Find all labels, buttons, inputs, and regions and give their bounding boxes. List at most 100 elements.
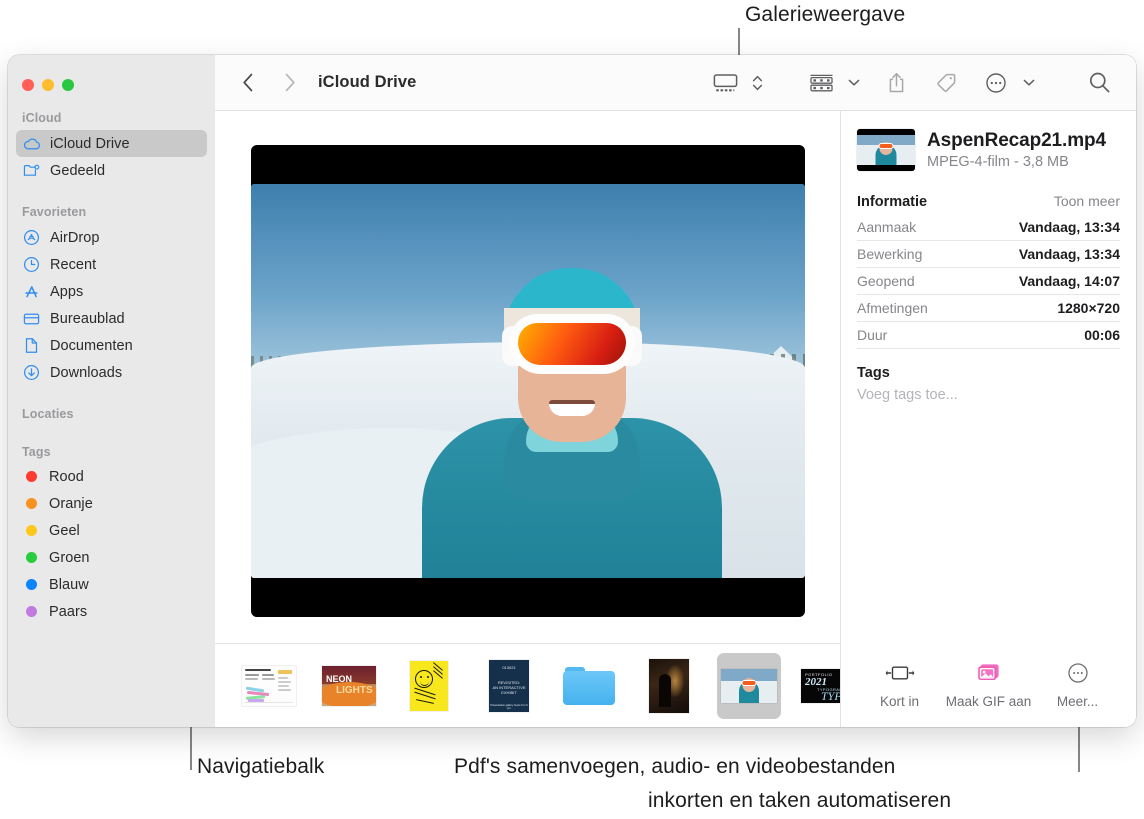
tag-dot-red <box>26 471 37 482</box>
callout-actions-label-line1: Pdf's samenvoegen, audio- en videobestan… <box>454 755 896 778</box>
sidebar-item-label: Bureaublad <box>50 310 125 327</box>
sidebar-item-label: Paars <box>49 603 88 620</box>
file-name: AspenRecap21.mp4 <box>927 130 1106 151</box>
thumb-thank-you-poster[interactable] <box>397 653 461 719</box>
trim-action-button[interactable]: Kort in <box>855 660 944 709</box>
search-button[interactable] <box>1082 66 1116 100</box>
view-stepper[interactable] <box>748 66 766 100</box>
sidebar-item-label: iCloud Drive <box>50 135 130 152</box>
thumbnail-strip[interactable]: NEON LIGHTS 013021 REVISITED: AN INTERAC… <box>215 643 840 727</box>
back-button[interactable] <box>233 68 263 98</box>
share-button[interactable] <box>879 66 913 100</box>
file-thumbnail <box>857 129 915 171</box>
gallery-view-button[interactable] <box>708 66 742 100</box>
thumb-type-portfolio[interactable]: PORTFOLIO 2021 TYPOGRAPHY TYPE <box>797 653 840 719</box>
sidebar-item-tag-groen[interactable]: Groen <box>16 544 207 571</box>
sidebar-section-locaties: Locaties <box>22 407 74 421</box>
info-row: Afmetingen 1280×720 <box>857 295 1120 322</box>
more-actions-button[interactable] <box>979 66 1013 100</box>
tag-dot-yellow <box>26 525 37 536</box>
sidebar-item-recent[interactable]: Recent <box>16 251 207 278</box>
info-section-header: Informatie Toon meer <box>857 193 1120 210</box>
file-header: AspenRecap21.mp4 MPEG-4-film - 3,8 MB <box>841 111 1136 171</box>
screenshot-root: Galerieweergave Navigatiebalk Pdf's same… <box>0 0 1144 819</box>
info-body: Informatie Toon meer Aanmaak Vandaag, 13… <box>841 171 1136 403</box>
info-pane: AspenRecap21.mp4 MPEG-4-film - 3,8 MB In… <box>840 111 1136 727</box>
breadcrumb[interactable]: iCloud Drive <box>318 73 416 92</box>
thumb-aspen-video[interactable] <box>717 652 781 719</box>
action-label: Meer... <box>1056 694 1099 709</box>
tag-dot-orange <box>26 498 37 509</box>
make-gif-icon <box>975 660 1003 686</box>
finder-window: iCloud iCloud Drive Gedeeld Favorieten A… <box>8 55 1136 727</box>
tag-button[interactable] <box>929 66 963 100</box>
info-row: Bewerking Vandaag, 13:34 <box>857 241 1120 268</box>
thumb-text: EXHIBIT <box>501 689 517 695</box>
group-by-chevron[interactable] <box>845 66 863 100</box>
thumb-dark-photo[interactable] <box>637 653 701 719</box>
make-gif-action-button[interactable]: Maak GIF aan <box>944 660 1033 709</box>
thumb-text: LIGHTS <box>336 684 373 696</box>
info-value: 00:06 <box>1084 327 1120 343</box>
thumb-neon-lights[interactable]: NEON LIGHTS <box>317 653 381 719</box>
callout-gallery-view-label: Galerieweergave <box>745 3 906 26</box>
thumb-text: Presentation gallery hours 9 to 5 pm <box>490 703 528 710</box>
thumbnail-image <box>563 665 615 707</box>
thumb-folder[interactable] <box>557 653 621 719</box>
thumbnail-image: 013021 REVISITED: AN INTERACTIVE EXHIBIT… <box>489 659 529 712</box>
sidebar-item-tag-oranje[interactable]: Oranje <box>16 490 207 517</box>
sidebar-item-label: Downloads <box>50 364 123 381</box>
preview-video[interactable] <box>250 145 805 617</box>
thumb-text: NEON <box>326 673 353 684</box>
tag-dot-blue <box>26 579 37 590</box>
sidebar-item-icloud-drive[interactable]: iCloud Drive <box>16 130 207 157</box>
video-frame <box>250 184 805 578</box>
close-button[interactable] <box>22 79 34 91</box>
toolbar: iCloud Drive <box>215 55 1136 111</box>
tags-input[interactable]: Voeg tags toe... <box>857 387 1120 403</box>
more-actions-chevron[interactable] <box>1020 66 1038 100</box>
sidebar-item-documenten[interactable]: Documenten <box>16 332 207 359</box>
sidebar-item-tag-rood[interactable]: Rood <box>16 463 207 490</box>
thumb-chart-poster[interactable] <box>237 653 301 719</box>
airdrop-icon <box>22 228 41 247</box>
sidebar-item-label: Blauw <box>49 576 89 593</box>
sidebar-item-label: Gedeeld <box>50 162 106 179</box>
thumbnail-image <box>242 665 296 706</box>
info-value: 1280×720 <box>1057 300 1120 316</box>
info-row: Aanmaak Vandaag, 13:34 <box>857 214 1120 241</box>
sidebar-item-airdrop[interactable]: AirDrop <box>16 224 207 251</box>
shared-folder-icon <box>22 161 41 180</box>
thumb-text: TYPE <box>821 688 840 703</box>
desktop-icon <box>22 309 41 328</box>
ellipsis-circle-icon <box>1067 660 1089 686</box>
sidebar-item-label: Documenten <box>50 337 133 354</box>
sidebar-item-bureaublad[interactable]: Bureaublad <box>16 305 207 332</box>
sidebar-item-label: Rood <box>49 468 84 485</box>
window-controls[interactable] <box>8 55 215 91</box>
more-action-button[interactable]: Meer... <box>1033 660 1122 709</box>
forward-button[interactable] <box>275 68 305 98</box>
sidebar-item-tag-geel[interactable]: Geel <box>16 517 207 544</box>
sidebar-item-tag-paars[interactable]: Paars <box>16 598 207 625</box>
minimize-button[interactable] <box>42 79 54 91</box>
sidebar-item-downloads[interactable]: Downloads <box>16 359 207 386</box>
sidebar-item-gedeeld[interactable]: Gedeeld <box>16 157 207 184</box>
show-more-link[interactable]: Toon meer <box>1054 193 1120 209</box>
clock-icon <box>22 255 41 274</box>
download-icon <box>22 363 41 382</box>
tags-title: Tags <box>857 365 890 381</box>
thumbnail-image <box>649 658 689 713</box>
sidebar-item-apps[interactable]: Apps <box>16 278 207 305</box>
document-icon <box>22 336 41 355</box>
thumb-exhibit-poster[interactable]: 013021 REVISITED: AN INTERACTIVE EXHIBIT… <box>477 653 541 719</box>
sidebar-item-tag-blauw[interactable]: Blauw <box>16 571 207 598</box>
zoom-button[interactable] <box>62 79 74 91</box>
thumbnail-image <box>410 660 448 711</box>
action-label: Maak GIF aan <box>945 694 1032 709</box>
tag-dot-green <box>26 552 37 563</box>
split-view: NEON LIGHTS 013021 REVISITED: AN INTERAC… <box>215 111 1136 727</box>
info-key: Afmetingen <box>857 300 928 316</box>
group-by-button[interactable] <box>804 66 838 100</box>
thumb-text: 013021 <box>502 664 516 670</box>
